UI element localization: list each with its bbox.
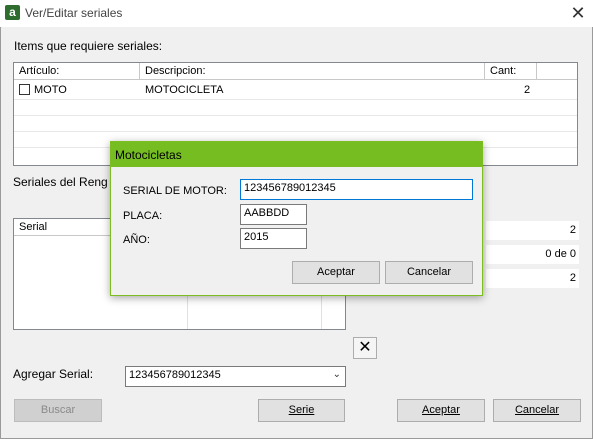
buscar-button[interactable]: Buscar <box>14 399 102 422</box>
cell-cant: 2 <box>524 84 531 96</box>
agregar-serial-combobox[interactable]: 123456789012345 ⌄ <box>125 366 346 387</box>
row-divider <box>14 115 577 116</box>
row-divider <box>14 131 577 132</box>
dialog-title: Motocicletas <box>111 142 482 167</box>
serie-button-label: Serie <box>288 404 315 416</box>
serial-motor-label: SERIAL DE MOTOR: <box>123 185 227 197</box>
chevron-down-icon[interactable]: ⌄ <box>333 369 341 380</box>
motocicletas-dialog: Motocicletas SERIAL DE MOTOR: 1234567890… <box>110 141 483 296</box>
anio-input[interactable]: 2015 <box>240 228 307 249</box>
delete-x-icon: ✕ <box>358 339 372 356</box>
column-header-cant[interactable]: Cant: <box>485 63 537 80</box>
count-pending-field: 2 <box>486 269 579 288</box>
delete-serial-button[interactable]: ✕ <box>353 337 377 359</box>
placa-input[interactable]: AABBDD <box>240 204 307 225</box>
count-progress-field: 0 de 0 <box>486 245 579 264</box>
serie-button[interactable]: Serie <box>258 399 345 422</box>
row-divider <box>14 99 577 100</box>
cancelar-button-label: Cancelar <box>514 404 560 416</box>
window-title: Ver/Editar seriales <box>25 6 123 20</box>
dialog-aceptar-button[interactable]: Aceptar <box>292 261 380 284</box>
count-total-field: 2 <box>486 221 579 240</box>
agregar-serial-value: 123456789012345 <box>129 369 221 381</box>
seriales-section-label: Seriales del Reng <box>13 175 108 189</box>
cell-articulo: MOTO <box>34 84 67 96</box>
row-checkbox[interactable] <box>19 84 30 95</box>
serial-motor-input[interactable]: 123456789012345 <box>240 179 473 200</box>
column-header-articulo[interactable]: Artículo: <box>14 63 140 80</box>
cell-descripcion: MOTOCICLETA <box>145 84 224 96</box>
cancelar-button[interactable]: Cancelar <box>493 399 581 422</box>
table-row[interactable]: MOTO MOTOCICLETA 2 <box>14 81 577 99</box>
column-header-descripcion[interactable]: Descripcion: <box>140 63 485 80</box>
placa-label: PLACA: <box>123 210 163 222</box>
app-logo-icon: a <box>5 5 20 20</box>
aceptar-button[interactable]: Aceptar <box>397 399 485 422</box>
anio-label: AÑO: <box>123 234 150 246</box>
items-section-label: Items que requiere seriales: <box>14 39 163 53</box>
close-icon[interactable]: ✕ <box>568 3 588 23</box>
agregar-serial-label: Agregar Serial: <box>13 367 94 381</box>
dialog-cancelar-button[interactable]: Cancelar <box>385 261 473 284</box>
aceptar-button-label: Aceptar <box>422 404 460 416</box>
column-header-extra <box>537 63 577 80</box>
